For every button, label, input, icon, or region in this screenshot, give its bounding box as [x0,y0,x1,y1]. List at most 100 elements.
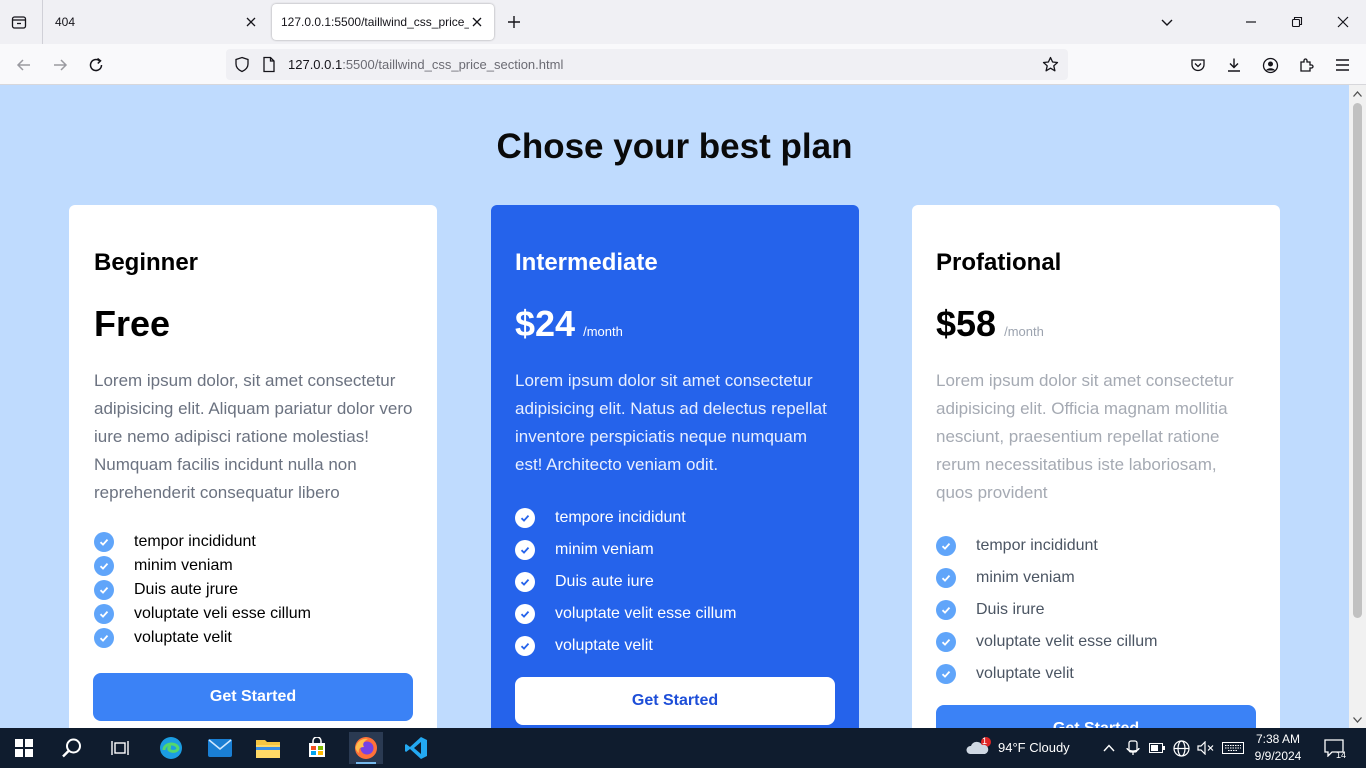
back-icon[interactable] [12,53,36,77]
weather-badge: 1 [982,736,988,746]
feature-list: tempor incididunt minim veniam Duis aute… [94,530,311,650]
feature-text: voluptate velit esse cillum [555,605,737,622]
plan-name: Profational [936,249,1062,276]
plan-price: $24/month [515,303,623,345]
meet-now-icon[interactable] [1124,739,1142,757]
feature-text: voluptate velit [555,637,653,654]
feature-item: voluptate velit [936,658,1157,690]
feature-text: minim veniam [555,541,654,558]
keyboard-icon[interactable] [1222,739,1244,757]
scroll-up-arrow-icon[interactable] [1352,88,1363,99]
url-host: 127.0.0.1 [288,57,343,72]
tab-404[interactable]: 404 [46,4,268,40]
tab-price-section[interactable]: 127.0.0.1:5500/taillwind_css_price_se [272,4,494,40]
feature-item: tempor incididunt [94,530,311,554]
plan-price: $58/month [936,303,1044,345]
edge-icon[interactable] [154,732,188,764]
star-icon[interactable] [1042,56,1059,78]
clock-time: 7:38 AM [1255,732,1301,746]
feature-item: Duis aute iure [515,566,736,598]
weather-icon[interactable] [966,736,992,758]
get-started-button[interactable]: Get Started [93,673,413,721]
feature-text: tempore incididunt [555,509,686,526]
download-icon[interactable] [1222,53,1246,77]
mail-icon[interactable] [203,732,237,764]
scrollbar-thumb[interactable] [1353,103,1362,618]
minimize-icon[interactable] [1240,11,1262,33]
extensions-icon[interactable] [1294,53,1318,77]
check-icon [936,664,956,684]
feature-list: tempore incididunt minim veniam Duis aut… [515,502,736,662]
volume-mute-icon[interactable] [1196,739,1214,757]
pricing-card-profational: Profational $58/month Lorem ipsum dolor … [912,205,1280,728]
notification-count: 14 [1336,750,1347,760]
forward-icon[interactable] [48,53,72,77]
plan-name: Beginner [94,249,199,276]
tab-title: 404 [55,15,76,29]
firefox-icon[interactable] [349,732,383,764]
store-icon[interactable] [300,732,334,764]
feature-list: tempor incididunt minim veniam Duis irur… [936,530,1157,690]
reload-icon[interactable] [84,53,108,77]
check-icon [94,628,114,648]
url-path: :5500/taillwind_css_price_section.html [342,57,564,72]
price-unit: /month [583,324,623,339]
tab-title: 127.0.0.1:5500/taillwind_css_price_se [281,15,469,29]
feature-item: minim veniam [936,562,1157,594]
pricing-card-intermediate: Intermediate $24/month Lorem ipsum dolor… [491,205,859,728]
check-icon [515,540,535,560]
price-amount: Free [94,303,171,344]
restore-icon[interactable] [1286,11,1308,33]
clock-date: 9/9/2024 [1254,749,1302,763]
page-viewport: Chose your best plan Beginner Free Lorem… [0,85,1349,728]
close-icon[interactable] [1332,11,1354,33]
windows-taskbar: 1 94°F Cloudy 7:38 AM 9/9/2024 14 [0,728,1366,768]
check-icon [936,536,956,556]
check-icon [515,604,535,624]
feature-item: minim veniam [94,554,311,578]
tab-separator [42,0,43,44]
vscode-icon[interactable] [399,732,433,764]
search-icon[interactable] [55,732,89,764]
windows-start-icon[interactable] [7,732,41,764]
address-bar[interactable]: 127.0.0.1:5500/taillwind_css_price_secti… [226,49,1068,80]
menu-icon[interactable] [1330,53,1354,77]
battery-icon[interactable] [1148,739,1166,757]
feature-item: voluptate velit [515,630,736,662]
system-clock[interactable]: 7:38 AM 9/9/2024 [1248,731,1308,765]
plan-description: Lorem ipsum dolor, sit amet consectetur … [94,371,413,502]
plus-icon[interactable] [503,11,525,33]
price-amount: $58 [936,303,997,344]
feature-item: Duis irure [936,594,1157,626]
feature-text: Duis aute iure [555,573,654,590]
feature-text: Duis irure [976,601,1045,618]
account-icon[interactable] [1258,53,1282,77]
task-view-icon[interactable] [103,732,137,764]
feature-text: voluptate veli esse cillum [134,605,311,622]
url-text[interactable]: 127.0.0.1:5500/taillwind_css_price_secti… [288,57,563,72]
page-scrollbar[interactable] [1349,85,1366,728]
pricing-card-beginner: Beginner Free Lorem ipsum dolor, sit ame… [69,205,437,728]
feature-text: voluptate velit esse cillum [976,633,1158,650]
get-started-button[interactable]: Get Started [515,677,835,725]
browser-nav-bar: 127.0.0.1:5500/taillwind_css_price_secti… [0,44,1366,85]
chevron-down-icon[interactable] [1156,11,1178,33]
check-icon [94,532,114,552]
feature-text: minim veniam [134,557,233,574]
weather-text[interactable]: 94°F Cloudy [998,740,1070,755]
get-started-button[interactable]: Get Started [936,705,1256,728]
check-icon [515,572,535,592]
feature-text: tempor incididunt [134,533,256,550]
scroll-down-arrow-icon[interactable] [1352,714,1363,725]
pocket-icon[interactable] [1186,53,1210,77]
shield-icon[interactable] [234,56,250,78]
file-explorer-icon[interactable] [251,732,285,764]
close-icon[interactable] [468,13,486,31]
tab-list-icon[interactable] [8,11,30,33]
check-icon [515,636,535,656]
close-icon[interactable] [242,13,260,31]
feature-item: voluptate velit esse cillum [936,626,1157,658]
network-icon[interactable] [1172,739,1190,757]
chevron-up-icon[interactable] [1100,739,1118,757]
browser-tab-bar: 404 127.0.0.1:5500/taillwind_css_price_s… [0,0,1366,44]
